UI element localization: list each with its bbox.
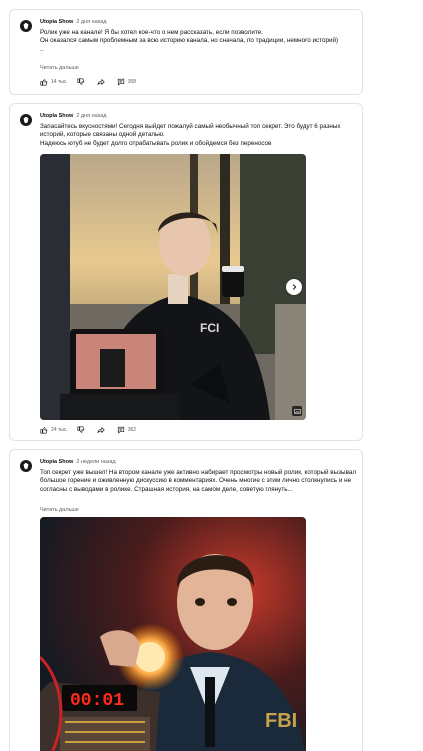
channel-avatar[interactable]: [20, 20, 32, 32]
channel-avatar-icon: [23, 116, 29, 124]
post-meta: Utopia Show 2 дня назад: [40, 18, 106, 26]
channel-avatar[interactable]: [20, 460, 32, 472]
channel-avatar-icon: [23, 22, 29, 30]
share-button[interactable]: [97, 78, 108, 86]
chevron-right-icon: [292, 284, 297, 290]
community-post: Utopia Show 2 дня назад Запасайтесь вкусн…: [9, 103, 363, 441]
thumbs-down-icon: [77, 426, 85, 433]
like-count: 24 тыс.: [51, 427, 68, 433]
comment-count: 358: [127, 79, 137, 85]
post-image[interactable]: FBI 00:01: [40, 517, 306, 751]
channel-avatar-icon: [23, 462, 29, 470]
share-icon: [97, 426, 105, 434]
bomb-timer: 00:01: [70, 691, 124, 711]
comments-icon: [117, 426, 124, 434]
dislike-button[interactable]: [77, 78, 88, 86]
post-text: Запасайтесь вкусностями! Сегодня выйдет …: [40, 123, 341, 147]
comment-count: 362: [127, 427, 137, 433]
photo-man-drinking-coffee: FCI: [40, 154, 306, 420]
comments-button[interactable]: 358: [117, 78, 136, 86]
comments-icon: [117, 78, 124, 86]
channel-avatar[interactable]: [20, 114, 32, 126]
svg-text:FBI: FBI: [265, 710, 297, 732]
thumbs-up-icon: [40, 79, 48, 86]
post-meta: Utopia Show 2 дня назад: [40, 112, 106, 120]
gallery-badge: [292, 406, 302, 416]
post-actions: 24 тыс. 362: [40, 425, 145, 435]
channel-name[interactable]: Utopia Show: [40, 19, 73, 25]
share-button[interactable]: [97, 426, 108, 434]
post-actions: 14 тыс. 358: [40, 77, 145, 87]
dislike-button[interactable]: [77, 426, 88, 434]
svg-text:FCI: FCI: [200, 321, 219, 335]
post-time[interactable]: 2 недели назад: [76, 459, 115, 465]
post-time[interactable]: 2 дня назад: [76, 113, 106, 119]
post-time[interactable]: 2 дня назад: [76, 19, 106, 25]
read-more-link[interactable]: Читать дальше: [40, 507, 79, 513]
read-more-link[interactable]: Читать дальше: [40, 65, 79, 71]
gallery-icon: [293, 408, 301, 414]
like-count: 14 тыс.: [51, 79, 68, 85]
thumbnail-agent-with-bomb: FBI 00:01: [40, 517, 306, 751]
post-text: Ролик уже на канале! Я бы хотел кое-что …: [40, 29, 339, 53]
post-text: Топ секрет уже вышел! На втором канале у…: [40, 469, 357, 493]
post-image[interactable]: FCI: [40, 154, 306, 420]
community-feed: Utopia Show 2 дня назад Ролик уже на кана…: [0, 0, 423, 751]
like-button[interactable]: 24 тыс.: [40, 426, 68, 434]
community-post: Utopia Show 2 недели назад Топ секрет уже…: [9, 449, 363, 751]
comments-button[interactable]: 362: [117, 426, 136, 434]
like-button[interactable]: 14 тыс.: [40, 78, 68, 86]
next-image-button[interactable]: [286, 279, 302, 295]
channel-name[interactable]: Utopia Show: [40, 459, 73, 465]
channel-name[interactable]: Utopia Show: [40, 113, 73, 119]
thumbs-down-icon: [77, 78, 85, 85]
thumbs-up-icon: [40, 427, 48, 434]
community-post: Utopia Show 2 дня назад Ролик уже на кана…: [9, 9, 363, 95]
share-icon: [97, 78, 105, 86]
post-meta: Utopia Show 2 недели назад: [40, 458, 116, 466]
